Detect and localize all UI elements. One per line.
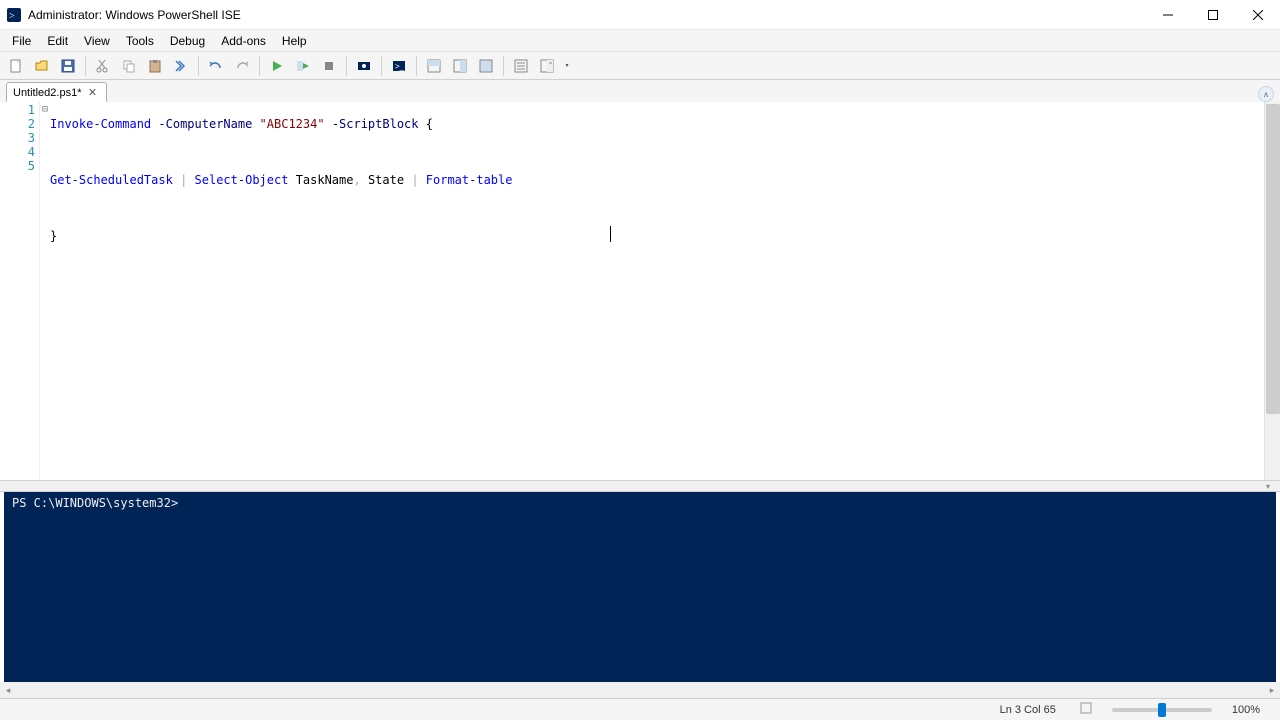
zoom-level: 100% — [1220, 704, 1272, 716]
fold-toggle-icon[interactable]: ⊟ — [40, 103, 50, 117]
maximize-button[interactable] — [1190, 0, 1235, 30]
undo-icon[interactable] — [204, 54, 228, 78]
token-command: Get-ScheduledTask — [50, 173, 173, 187]
run-script-icon[interactable] — [265, 54, 289, 78]
svg-text:>_: >_ — [395, 62, 405, 71]
close-button[interactable] — [1235, 0, 1280, 30]
zoom-slider[interactable] — [1112, 708, 1212, 712]
new-remote-tab-icon[interactable] — [352, 54, 376, 78]
window-controls — [1145, 0, 1280, 30]
script-tabbar: Untitled2.ps1* ✕ ᴧ — [0, 80, 1280, 102]
line-number: 2 — [0, 117, 39, 131]
cursor-position: Ln 3 Col 65 — [988, 704, 1068, 716]
open-file-icon[interactable] — [30, 54, 54, 78]
menu-addons[interactable]: Add-ons — [213, 32, 274, 50]
redo-icon[interactable] — [230, 54, 254, 78]
show-script-max-icon[interactable] — [474, 54, 498, 78]
token-member: State — [368, 173, 404, 187]
tab-close-icon[interactable]: ✕ — [86, 86, 100, 100]
token-member: TaskName — [296, 173, 354, 187]
scroll-right-icon[interactable]: ▸ — [1264, 685, 1280, 696]
toolbar-separator — [416, 56, 417, 76]
token-brace: } — [50, 229, 57, 243]
cut-icon[interactable] — [91, 54, 115, 78]
line-number: 4 — [0, 145, 39, 159]
script-editor[interactable]: 1 2 3 4 5 ⊟ Invoke-Command -ComputerName… — [0, 102, 1280, 480]
horizontal-scrollbar[interactable]: ◂ ▸ — [0, 682, 1280, 698]
toolbar: >_ ▾ — [0, 52, 1280, 80]
titlebar: > Administrator: Windows PowerShell ISE — [0, 0, 1280, 30]
token-parameter: -ComputerName — [158, 117, 252, 131]
code-area[interactable]: Invoke-Command -ComputerName "ABC1234" -… — [50, 102, 1264, 480]
svg-text:>: > — [9, 11, 15, 22]
app-icon: > — [6, 7, 22, 23]
fold-column: ⊟ — [40, 102, 50, 480]
copy-icon[interactable] — [117, 54, 141, 78]
paste-icon[interactable] — [143, 54, 167, 78]
toolbar-separator — [503, 56, 504, 76]
toolbar-separator — [346, 56, 347, 76]
scrollbar-thumb[interactable] — [1266, 104, 1280, 414]
toolbar-overflow-icon[interactable]: ▾ — [561, 62, 573, 69]
menu-edit[interactable]: Edit — [39, 32, 76, 50]
console-pane[interactable]: PS C:\WINDOWS\system32> — [4, 492, 1276, 682]
token-string: "ABC1234" — [260, 117, 325, 131]
new-file-icon[interactable] — [4, 54, 28, 78]
menu-help[interactable]: Help — [274, 32, 315, 50]
collapse-script-pane-icon[interactable]: ᴧ — [1258, 86, 1274, 102]
toolbar-separator — [381, 56, 382, 76]
menu-file[interactable]: File — [4, 32, 39, 50]
token-command: Format-table — [426, 173, 513, 187]
menu-tools[interactable]: Tools — [118, 32, 162, 50]
start-powershell-icon[interactable]: >_ — [387, 54, 411, 78]
token-command: Invoke-Command — [50, 117, 151, 131]
token-brace: { — [426, 117, 433, 131]
line-number-gutter: 1 2 3 4 5 — [0, 102, 40, 480]
statusbar: Ln 3 Col 65 100% — [0, 698, 1280, 720]
scroll-left-icon[interactable]: ◂ — [0, 685, 16, 696]
line-number: 5 — [0, 159, 39, 173]
toolbar-separator — [198, 56, 199, 76]
show-script-right-icon[interactable] — [448, 54, 472, 78]
window-title: Administrator: Windows PowerShell ISE — [28, 8, 1145, 22]
show-command-addon-icon[interactable] — [535, 54, 559, 78]
char-encoding-icon — [1068, 702, 1104, 717]
tab-label: Untitled2.ps1* — [13, 87, 82, 99]
token-pipe: | — [411, 173, 418, 187]
line-number: 3 — [0, 131, 39, 145]
toolbar-separator — [259, 56, 260, 76]
toolbar-separator — [85, 56, 86, 76]
show-command-icon[interactable] — [509, 54, 533, 78]
editor-scrollbar[interactable] — [1264, 102, 1280, 480]
menu-debug[interactable]: Debug — [162, 32, 213, 50]
menu-view[interactable]: View — [76, 32, 118, 50]
clear-console-icon[interactable] — [169, 54, 193, 78]
show-script-top-icon[interactable] — [422, 54, 446, 78]
token-comma: , — [353, 173, 360, 187]
token-command: Select-Object — [195, 173, 289, 187]
save-file-icon[interactable] — [56, 54, 80, 78]
token-pipe: | — [180, 173, 187, 187]
token-parameter: -ScriptBlock — [332, 117, 419, 131]
menubar: File Edit View Tools Debug Add-ons Help — [0, 30, 1280, 52]
stop-icon[interactable] — [317, 54, 341, 78]
text-cursor — [610, 226, 611, 242]
line-number: 1 — [0, 103, 39, 117]
console-prompt: PS C:\WINDOWS\system32> — [12, 496, 178, 510]
pane-splitter[interactable]: ▾ — [0, 480, 1280, 492]
zoom-slider-thumb[interactable] — [1158, 703, 1166, 717]
run-selection-icon[interactable] — [291, 54, 315, 78]
script-tab-active[interactable]: Untitled2.ps1* ✕ — [6, 82, 107, 102]
minimize-button[interactable] — [1145, 0, 1190, 30]
